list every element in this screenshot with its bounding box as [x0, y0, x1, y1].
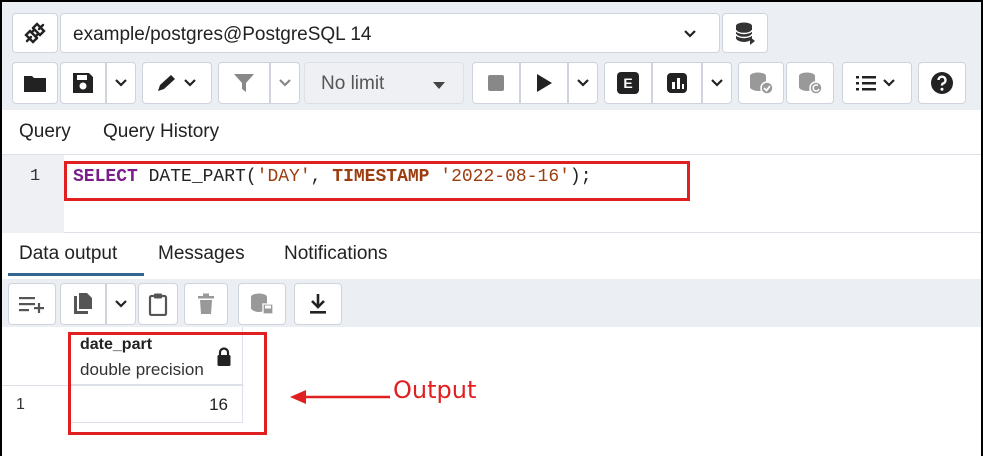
stop-button[interactable] [472, 62, 520, 104]
database-icon [735, 22, 755, 45]
explain-options-dropdown[interactable] [702, 62, 732, 104]
add-row-button[interactable] [8, 283, 56, 325]
tab-query-history[interactable]: Query History [103, 121, 219, 143]
connection-select[interactable]: example/postgres@PostgreSQL 14 [60, 13, 720, 53]
paste-icon [148, 293, 168, 316]
paste-button[interactable] [138, 283, 178, 325]
active-tab-indicator [8, 273, 144, 276]
copy-icon [74, 293, 92, 314]
row-limit-label: No limit [321, 73, 385, 94]
save-icon [73, 73, 93, 93]
explain-button[interactable]: E [604, 62, 652, 104]
filter-icon [234, 74, 254, 92]
chevron-down-icon [115, 79, 127, 87]
line-gutter: 1 [2, 155, 64, 233]
tab-query[interactable]: Query [19, 121, 71, 143]
help-button[interactable] [918, 62, 966, 104]
help-icon [931, 72, 953, 94]
folder-icon [24, 76, 46, 92]
commit-button[interactable] [738, 62, 784, 104]
line-number: 1 [30, 167, 41, 186]
tab-messages[interactable]: Messages [158, 243, 245, 265]
download-icon [310, 294, 326, 314]
app-window: example/postgres@PostgreSQL 14 No limit … [0, 0, 983, 456]
add-row-icon [19, 297, 44, 313]
connection-bar: example/postgres@PostgreSQL 14 [2, 2, 981, 58]
output-annotation: Output [393, 376, 477, 404]
row-number: 1 [16, 396, 25, 413]
macros-button[interactable] [842, 62, 912, 104]
stop-icon [488, 75, 504, 91]
rollback-icon [799, 72, 823, 95]
arrow-left-icon [290, 390, 390, 404]
tab-notifications[interactable]: Notifications [284, 243, 388, 265]
edit-pen-icon [158, 75, 196, 91]
edit-button[interactable] [142, 62, 212, 104]
execute-button[interactable] [520, 62, 568, 104]
chevron-down-icon [279, 79, 291, 87]
chevron-down-icon [577, 79, 589, 87]
rollback-button[interactable] [786, 62, 834, 104]
execute-options-dropdown[interactable] [568, 62, 598, 104]
row-limit-select[interactable]: No limit [304, 62, 464, 104]
disconnect-plug-icon [24, 22, 46, 44]
delete-row-button[interactable] [184, 283, 228, 325]
macros-icon [856, 76, 895, 91]
explain-analyze-button[interactable] [652, 62, 702, 104]
open-file-button[interactable] [12, 62, 58, 104]
data-grid: date_part double precision 1 16 [2, 327, 981, 456]
delete-icon [198, 293, 214, 314]
output-highlight-box [68, 332, 267, 435]
disconnect-button[interactable] [12, 13, 58, 53]
filter-dropdown[interactable] [270, 62, 300, 104]
save-data-button[interactable] [238, 283, 286, 325]
save-file-button[interactable] [60, 62, 106, 104]
query-tabs: Query Query History [2, 110, 981, 155]
play-icon [537, 74, 552, 92]
chevron-down-icon [711, 79, 723, 87]
query-toolbar: No limit E [2, 58, 981, 110]
download-button[interactable] [294, 283, 342, 325]
sql-highlight-box [64, 161, 690, 201]
save-options-dropdown[interactable] [106, 62, 136, 104]
result-toolbar [2, 279, 981, 327]
tab-data-output[interactable]: Data output [19, 243, 117, 265]
explain-analyze-icon [667, 73, 687, 93]
chevron-down-icon [684, 30, 696, 38]
caret-down-icon [433, 82, 445, 89]
explain-icon: E [617, 72, 639, 94]
copy-button[interactable] [60, 283, 106, 325]
sql-editor[interactable]: 1 SELECT DATE_PART('DAY', TIMESTAMP '202… [2, 155, 981, 233]
save-data-icon [251, 293, 274, 315]
commit-icon [750, 72, 774, 95]
chevron-down-icon [115, 300, 127, 308]
copy-options-dropdown[interactable] [106, 283, 136, 325]
result-tabs: Data output Messages Notifications [2, 233, 981, 279]
connection-label: example/postgres@PostgreSQL 14 [73, 24, 372, 45]
filter-button[interactable] [218, 62, 270, 104]
database-button[interactable] [722, 13, 768, 53]
